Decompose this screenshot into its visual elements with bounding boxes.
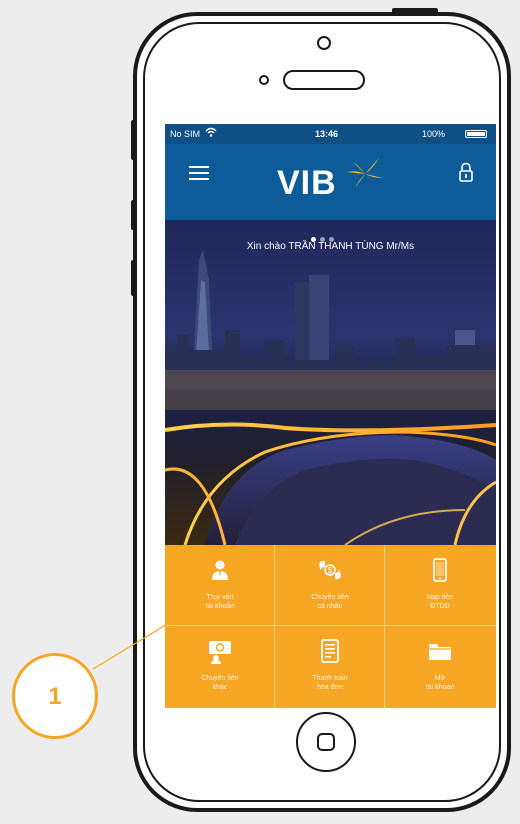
tile-account-query[interactable]: Truy vấn tài khoản: [165, 545, 275, 626]
account-query-icon: [212, 560, 228, 580]
city-skyline-image: [165, 250, 496, 545]
quick-actions-grid: Truy vấn tài khoản $ Chuyển tiền cá nhân…: [165, 545, 496, 708]
bill-payment-icon: [321, 639, 339, 663]
tile-mobile-topup[interactable]: Nạp tiền ĐTDĐ: [385, 545, 496, 626]
other-transfer-icon: [209, 641, 231, 664]
tile-personal-transfer[interactable]: $ Chuyển tiền cá nhân: [275, 545, 385, 626]
tile-open-account[interactable]: Mở tài khoản: [385, 626, 496, 708]
tile-label: Chuyển tiền cá nhân: [311, 594, 349, 610]
front-camera: [317, 36, 331, 50]
callout-marker: 1: [12, 653, 98, 739]
carrier-label: No SIM: [170, 129, 201, 139]
battery-percent: 100%: [422, 129, 446, 139]
logo-text: VIB: [277, 164, 337, 202]
side-button-mute: [131, 120, 137, 160]
app-header: VIB: [165, 144, 496, 220]
vib-logo: VIB: [273, 154, 393, 204]
callout-number: 1: [48, 683, 62, 710]
app-screen: No SIM 13:46 100% VIB Xin chào TRẦN THAN…: [165, 124, 496, 708]
wifi-icon: [205, 127, 217, 137]
tile-bill-payment[interactable]: Thanh toán hóa đơn: [275, 626, 385, 708]
side-button-volume-up: [131, 200, 137, 230]
tile-label: Thanh toán hóa đơn: [312, 675, 348, 691]
earpiece-speaker: [283, 70, 365, 90]
sensor-dot: [259, 75, 269, 85]
tile-label: Truy vấn tài khoản: [205, 594, 235, 610]
svg-text:$: $: [328, 566, 333, 575]
tile-label: Mở tài khoản: [425, 675, 455, 691]
tile-label: Nạp tiền ĐTDĐ: [426, 594, 454, 610]
status-bar: No SIM 13:46 100%: [165, 124, 496, 144]
carousel-indicator[interactable]: [311, 229, 338, 242]
mobile-topup-icon: [433, 558, 447, 582]
tile-label: Chuyển tiền khác: [201, 675, 239, 691]
menu-icon[interactable]: [189, 166, 209, 180]
personal-transfer-icon: $: [319, 560, 341, 580]
battery-icon: [465, 130, 487, 138]
side-button-power: [392, 8, 438, 14]
lock-icon[interactable]: [459, 162, 473, 182]
open-account-icon: [429, 644, 451, 660]
tile-other-transfer[interactable]: Chuyển tiền khác: [165, 626, 275, 708]
side-button-volume-down: [131, 260, 137, 296]
hero-banner: Xin chào TRẦN THANH TÙNG Mr/Ms: [165, 220, 496, 545]
status-time: 13:46: [315, 129, 339, 139]
logo-star-icon: [347, 158, 383, 188]
greeting-text: Xin chào TRẦN THANH TÙNG Mr/Ms: [246, 241, 415, 252]
home-button[interactable]: [296, 712, 356, 772]
